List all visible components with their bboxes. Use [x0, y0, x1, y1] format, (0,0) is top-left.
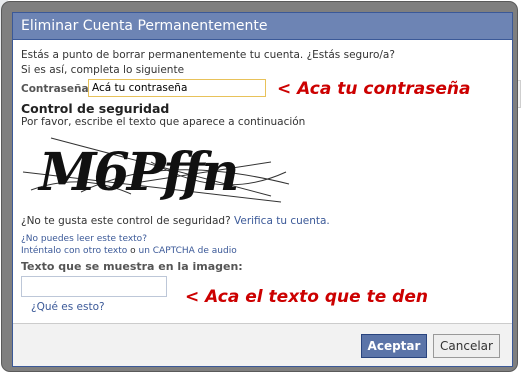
- captcha-image: M6Pffn: [21, 132, 293, 204]
- dialog-frame: Eliminar Cuenta Permanentemente Estás a …: [2, 2, 517, 371]
- captcha-graphic: M6Pffn: [22, 137, 290, 203]
- intro-text: Estás a punto de borrar permanentemente …: [21, 49, 395, 61]
- delete-account-dialog: Eliminar Cuenta Permanentemente Estás a …: [12, 12, 513, 367]
- dislike-prefix: ¿No te gusta este control de seguridad?: [21, 215, 231, 227]
- security-instruction: Por favor, escribe el texto que aparece …: [21, 116, 306, 128]
- password-label: Contraseña: [21, 83, 89, 95]
- intro-text-2: Si es así, completa lo siguiente: [21, 64, 185, 76]
- try-another-link[interactable]: Inténtalo con otro texto: [21, 246, 127, 256]
- dialog-title: Eliminar Cuenta Permanentemente: [13, 13, 512, 40]
- password-input[interactable]: Acá tu contraseña: [88, 79, 266, 97]
- accept-button[interactable]: Aceptar: [361, 334, 427, 358]
- dialog-footer: Aceptar Cancelar: [13, 323, 512, 366]
- captcha-input[interactable]: [21, 276, 167, 297]
- audio-captcha-link[interactable]: un CAPTCHA de audio: [139, 246, 237, 256]
- security-heading: Control de seguridad: [21, 101, 170, 116]
- or-text: o: [130, 246, 136, 256]
- whats-this-link[interactable]: ¿Qué es esto?: [31, 301, 105, 313]
- verify-account-link[interactable]: Verifica tu cuenta.: [234, 215, 330, 227]
- image-text-label: Texto que se muestra en la imagen:: [21, 260, 243, 273]
- captcha-annotation: < Aca el texto que te den: [185, 287, 428, 307]
- captcha-text: M6Pffn: [37, 142, 237, 203]
- dislike-captcha-row: ¿No te gusta este control de seguridad? …: [21, 215, 330, 227]
- cant-read-link[interactable]: ¿No puedes leer este texto?: [21, 234, 147, 244]
- password-annotation: < Aca tu contraseña: [277, 79, 471, 99]
- cancel-button[interactable]: Cancelar: [433, 334, 500, 358]
- try-another-row: Inténtalo con otro texto o un CAPTCHA de…: [21, 246, 237, 256]
